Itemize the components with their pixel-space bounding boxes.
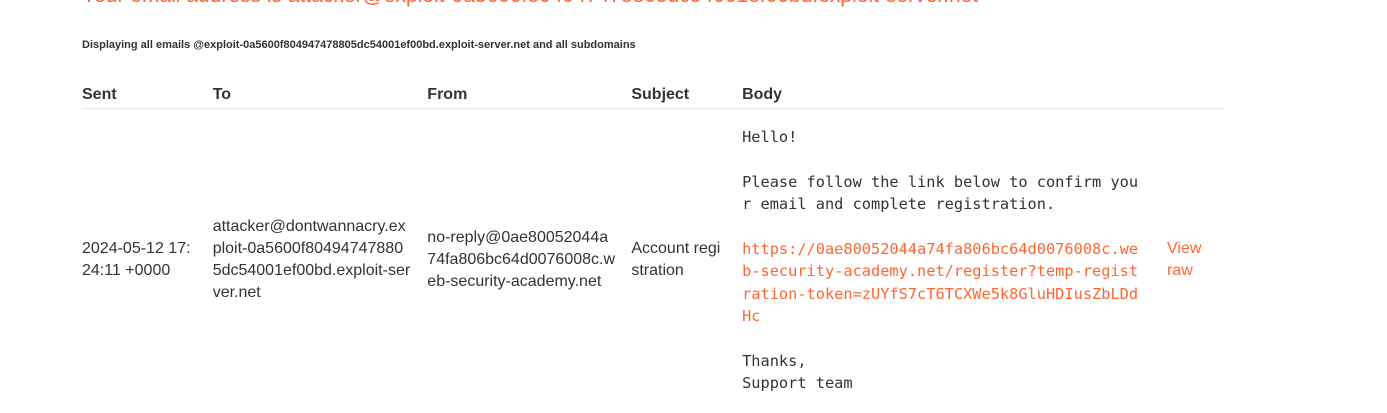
column-header-actions	[1167, 82, 1223, 109]
column-header-from: From	[427, 82, 632, 109]
page-title: Your email address is attacker@exploit-0…	[82, 0, 978, 8]
registration-link[interactable]: https://0ae80052044a74fa806bc64d0076008c…	[742, 240, 1138, 325]
email-from-cell: no-reply@0ae80052044a74fa806bc64d0076008…	[427, 229, 616, 291]
body-greeting: Hello!	[742, 128, 798, 146]
body-signoff: Thanks,	[742, 352, 807, 371]
email-sent-cell: 2024-05-12 17:24:11 +0000	[82, 240, 191, 280]
body-intro: Please follow the link below to confirm …	[742, 172, 1139, 214]
mailbox-scope-note: Displaying all emails @exploit-0a5600f80…	[82, 39, 636, 51]
email-actions-cell: View raw	[1167, 109, 1223, 395]
column-header-sent: Sent	[82, 82, 213, 109]
view-raw-link[interactable]: View raw	[1167, 238, 1207, 282]
email-subject-cell: Account registration	[631, 240, 721, 280]
column-header-subject: Subject	[631, 82, 743, 109]
column-header-body: Body	[742, 82, 1167, 109]
email-to-cell: attacker@dontwannacry.exploit-0a5600f804…	[212, 218, 411, 302]
table-row: 2024-05-12 17:24:11 +0000 attacker@dontw…	[82, 109, 1223, 395]
email-body-text: Hello! Please follow the link below to c…	[742, 126, 1147, 395]
body-signature: Support team	[742, 374, 853, 393]
column-header-to: To	[212, 82, 428, 109]
email-body-cell: Hello! Please follow the link below to c…	[742, 109, 1167, 395]
emails-table: Sent To From Subject Body 2024-05-12 17:…	[82, 82, 1223, 395]
table-header-row: Sent To From Subject Body	[82, 82, 1223, 109]
